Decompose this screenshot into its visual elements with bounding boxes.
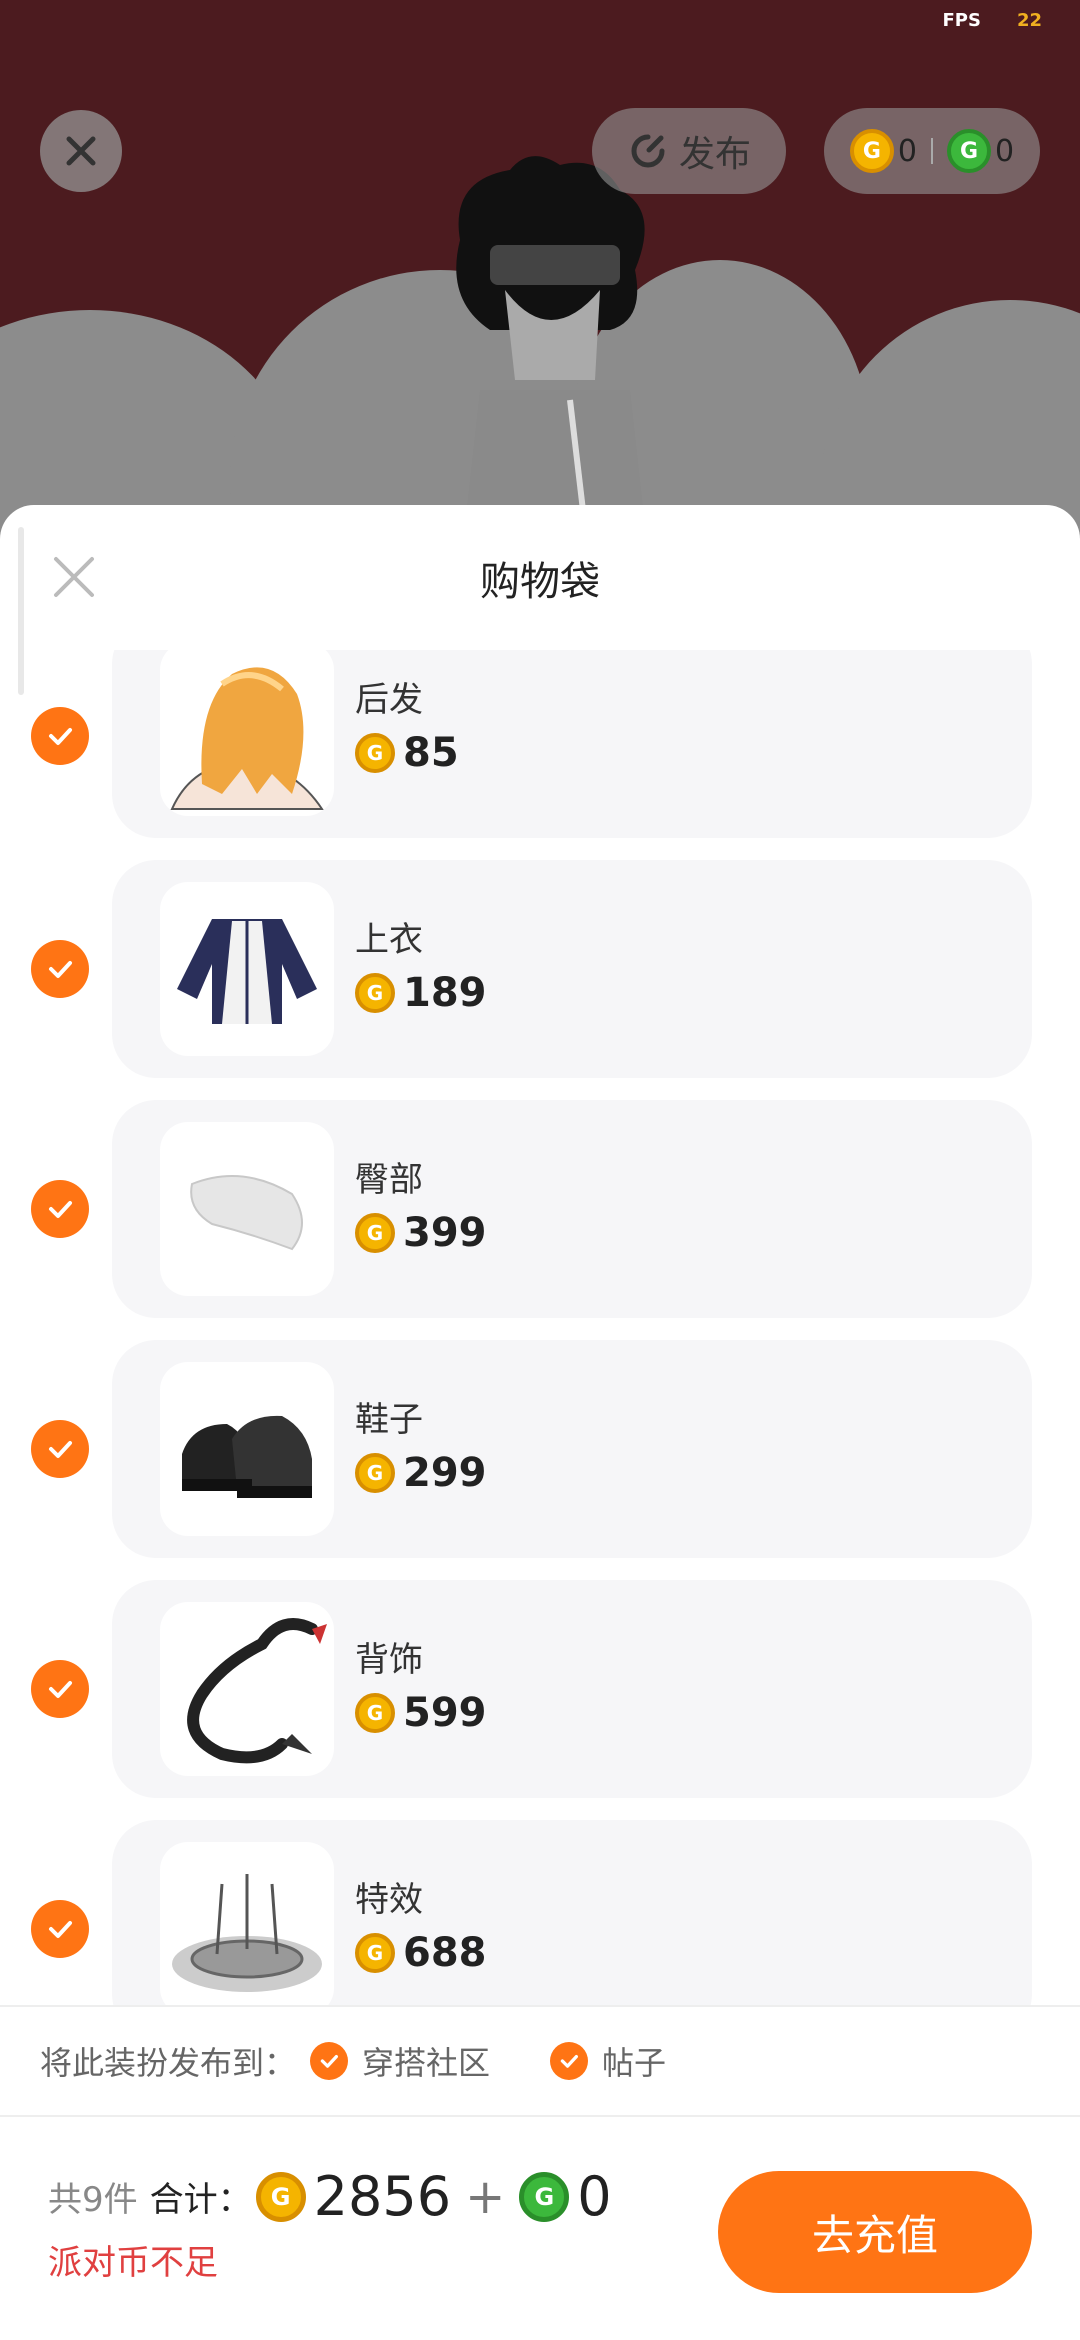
item-name: 鞋子 — [355, 1400, 423, 1440]
green-total: 0 — [577, 2165, 612, 2228]
checkmark-icon — [49, 961, 72, 978]
item-card[interactable]: 鞋子 G 299 — [112, 1340, 1032, 1558]
item-checkbox[interactable] — [31, 707, 89, 765]
item-card[interactable]: 特效 G 688 — [112, 1820, 1032, 2005]
item-name: 后发 — [355, 680, 423, 720]
gold-coin-icon: G — [355, 1213, 395, 1253]
checkmark-icon — [49, 1681, 72, 1698]
gold-coin-icon: G — [355, 1453, 395, 1493]
item-name: 背饰 — [355, 1640, 423, 1680]
publish-button[interactable]: 发布 — [592, 108, 786, 194]
gold-balance: 0 — [897, 133, 917, 169]
game-scene: FPS 22 发布 G 0 G 0 — [0, 0, 1080, 560]
gold-coin-icon: G — [355, 1933, 395, 1973]
green-coin-icon: G — [519, 2171, 570, 2222]
checkmark-icon — [49, 728, 72, 745]
gold-coin-icon: G — [849, 129, 894, 173]
close-icon — [66, 136, 96, 166]
sheet-title: 购物袋 — [480, 559, 600, 605]
checkmark-icon — [49, 1201, 72, 1218]
scene-close-button[interactable] — [40, 110, 122, 192]
insufficient-funds-warning: 派对币不足 — [48, 2243, 218, 2283]
item-price-value: 599 — [403, 1690, 487, 1736]
currency-balance[interactable]: G 0 G 0 — [824, 108, 1040, 194]
gold-coin-icon: G — [355, 1693, 395, 1733]
item-name: 臀部 — [355, 1160, 423, 1200]
cart-item-list[interactable]: 后发 G 85 上衣 G 189 臀部 G 399 鞋子 G 299 背饰 G … — [0, 650, 1080, 2005]
checkmark-icon — [49, 1441, 72, 1458]
recharge-button[interactable]: 去充值 — [718, 2171, 1032, 2293]
item-price: G 85 — [355, 730, 459, 776]
item-price-value: 85 — [403, 730, 459, 776]
item-name: 上衣 — [355, 920, 423, 960]
fps-label: FPS — [942, 10, 981, 31]
publish-destination-label: 将此装扮发布到： — [40, 2044, 297, 2082]
checkmark-icon — [310, 2042, 349, 2080]
avatar-figure — [456, 156, 649, 560]
item-price: G 299 — [355, 1450, 487, 1496]
item-price-value: 399 — [403, 1210, 487, 1256]
publish-option-label: 穿搭社区 — [362, 2044, 491, 2082]
publish-option-community[interactable]: 穿搭社区 — [310, 2038, 490, 2084]
hair-thumbnail — [160, 650, 334, 816]
jacket-thumbnail — [160, 882, 334, 1056]
plus-sign: + — [465, 2168, 506, 2225]
item-card[interactable]: 上衣 G 189 — [112, 860, 1032, 1078]
publish-icon — [631, 134, 665, 168]
publish-label: 发布 — [678, 134, 751, 175]
item-checkbox[interactable] — [31, 1420, 89, 1478]
gold-coin-icon: G — [355, 973, 395, 1013]
item-checkbox[interactable] — [31, 1180, 89, 1238]
item-card[interactable]: 臀部 G 399 — [112, 1100, 1032, 1318]
green-balance: 0 — [995, 133, 1015, 169]
cart-item: 臀部 G 399 — [0, 1100, 1080, 1318]
publish-option-label: 帖子 — [602, 2044, 667, 2082]
fps-counter: FPS 22 — [942, 10, 1042, 31]
item-name: 特效 — [355, 1880, 423, 1920]
cart-item: 后发 G 85 — [0, 650, 1080, 838]
shopping-bag-sheet: 购物袋 后发 G 85 上衣 G 189 臀部 G 399 鞋子 G 299 背… — [0, 505, 1080, 2340]
green-coin-icon: G — [947, 129, 991, 173]
checkout-footer: 共9件 合计： G 2856 + G 0 派对币不足 去充值 — [0, 2115, 1080, 2340]
tail-thumbnail — [160, 1122, 334, 1296]
publish-option-post[interactable]: 帖子 — [550, 2038, 666, 2084]
cart-item: 特效 G 688 — [0, 1820, 1080, 2005]
item-price-value: 189 — [403, 970, 487, 1016]
divider — [931, 138, 933, 164]
checkmark-icon — [550, 2042, 589, 2080]
item-price: G 399 — [355, 1210, 487, 1256]
item-price: G 599 — [355, 1690, 487, 1736]
cart-item: 鞋子 G 299 — [0, 1340, 1080, 1558]
fps-value: 22 — [1016, 10, 1042, 31]
publish-destination-row: 将此装扮发布到： 穿搭社区 帖子 — [0, 2005, 1080, 2117]
item-price-value: 688 — [403, 1930, 487, 1976]
gold-coin-icon: G — [355, 733, 395, 773]
shoes-thumbnail — [160, 1362, 334, 1536]
total-label: 合计： — [149, 2180, 252, 2220]
item-price: G 688 — [355, 1930, 487, 1976]
item-price-value: 299 — [403, 1450, 487, 1496]
gold-coin-icon: G — [255, 2171, 306, 2222]
item-card[interactable]: 背饰 G 599 — [112, 1580, 1032, 1798]
effect-thumbnail — [160, 1842, 334, 2005]
dragon-thumbnail — [160, 1602, 334, 1776]
checkmark-icon — [49, 1921, 72, 1938]
item-count: 共9件 — [48, 2180, 138, 2220]
item-price: G 189 — [355, 970, 487, 1016]
cart-item: 背饰 G 599 — [0, 1580, 1080, 1798]
cart-item: 上衣 G 189 — [0, 860, 1080, 1078]
item-checkbox[interactable] — [31, 1660, 89, 1718]
item-card[interactable]: 后发 G 85 — [112, 650, 1032, 838]
item-checkbox[interactable] — [31, 940, 89, 998]
total-summary: 共9件 合计： G 2856 + G 0 — [48, 2165, 612, 2228]
gold-total: 2856 — [313, 2165, 452, 2228]
item-checkbox[interactable] — [31, 1900, 89, 1958]
